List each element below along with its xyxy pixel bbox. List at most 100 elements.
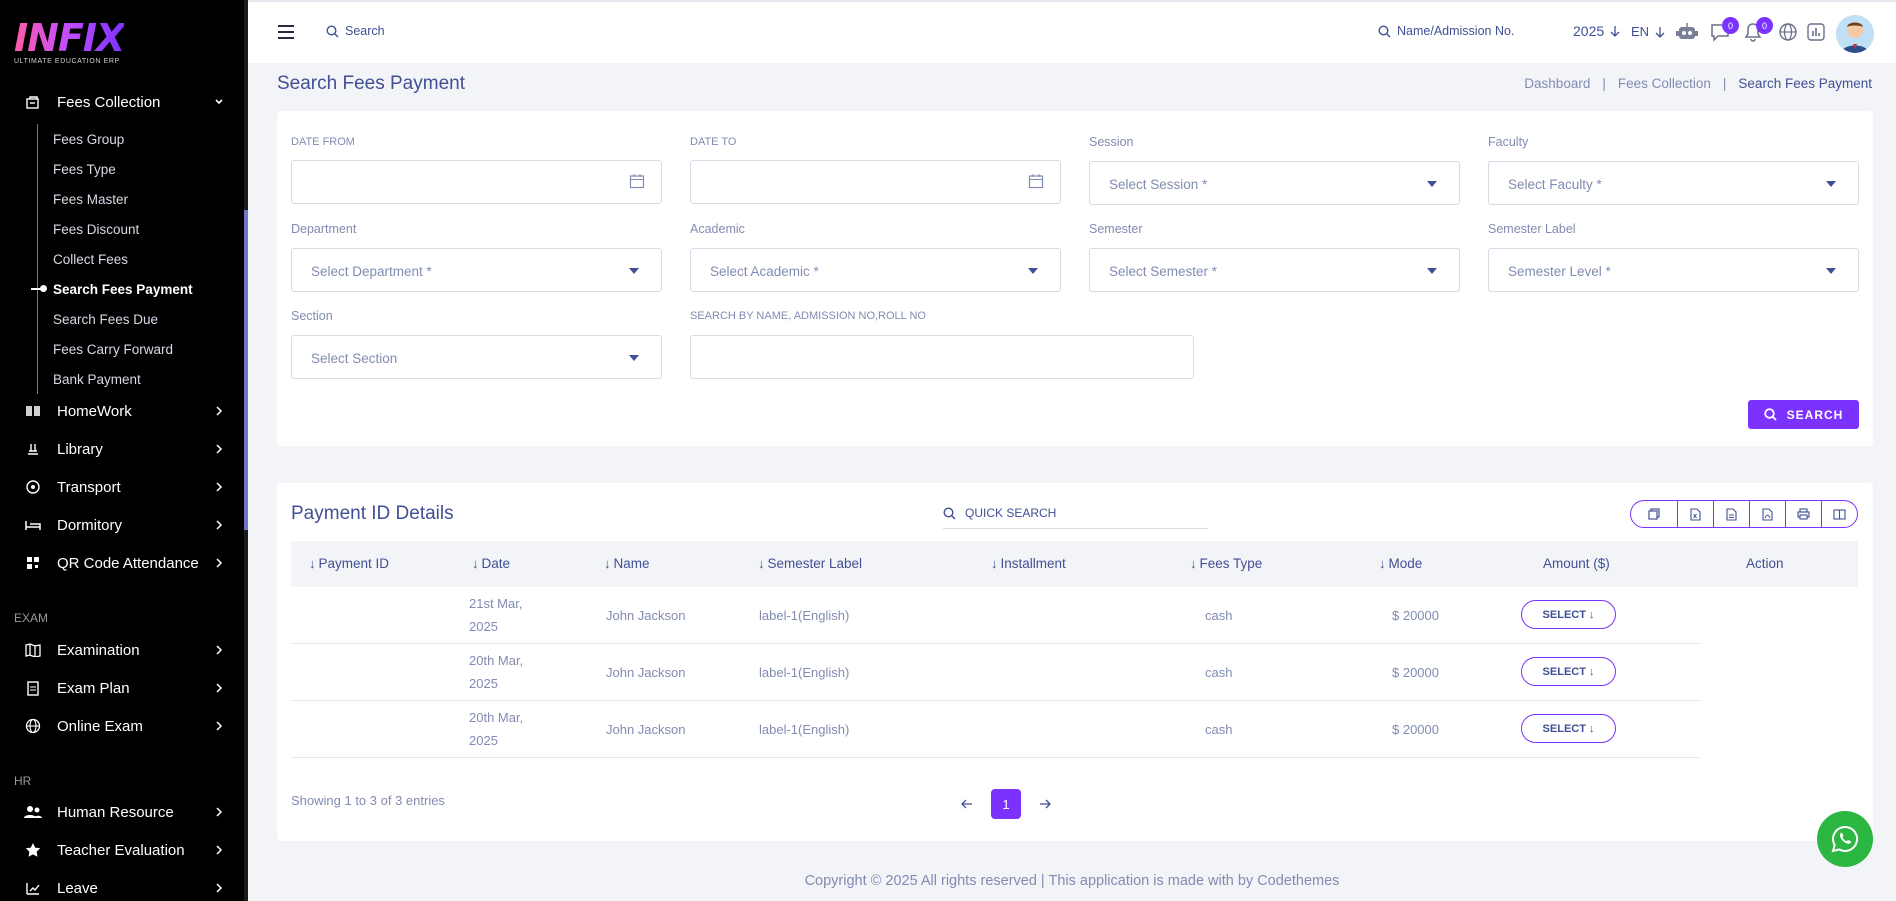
star-icon xyxy=(24,842,42,858)
sidebar-item-transport[interactable]: Transport xyxy=(0,468,248,506)
cell-semester-label: label-1(English) xyxy=(759,665,850,680)
sidebar-subitem-fees-type[interactable]: Fees Type xyxy=(53,154,248,184)
sidebar-item-homework[interactable]: HomeWork xyxy=(0,392,248,430)
chat-badge: 0 xyxy=(1722,17,1739,34)
robot-icon[interactable] xyxy=(1676,22,1698,42)
page-button-current[interactable]: 1 xyxy=(991,789,1021,819)
filter-card: DATE FROM DATE TO Session Select Session… xyxy=(277,111,1873,446)
th-mode[interactable]: ↓ Mode xyxy=(1379,556,1422,571)
footer: Copyright © 2025 All rights reserved | T… xyxy=(804,873,1340,889)
language-selector[interactable]: EN xyxy=(1631,24,1665,39)
cell-date-line2: 2025 xyxy=(469,676,498,691)
sidebar-subitem-bank-payment[interactable]: Bank Payment xyxy=(53,364,248,394)
arrow-down-icon: ↓ xyxy=(1588,608,1595,621)
prev-page-icon[interactable] xyxy=(958,799,976,809)
website-globe-icon[interactable] xyxy=(1778,22,1798,42)
quick-search-input[interactable]: QUICK SEARCH xyxy=(943,498,1208,529)
cell-date-line2: 2025 xyxy=(469,619,498,634)
th-label: Payment ID xyxy=(318,556,390,571)
sidebar-item-library[interactable]: Library xyxy=(0,430,248,468)
semester-level-select[interactable]: Semester Level * xyxy=(1488,248,1859,292)
session-placeholder: Select Session * xyxy=(1109,177,1208,192)
caret-down-icon xyxy=(629,268,639,274)
menu-group-hr: Human Resource Teacher Evaluation Leave xyxy=(0,793,248,901)
user-avatar[interactable] xyxy=(1836,15,1874,53)
top-navbar: Search Name/Admission No. 2025 EN 0 0 xyxy=(248,0,1896,63)
th-fees-type[interactable]: ↓ Fees Type xyxy=(1190,556,1262,571)
caret-down-icon xyxy=(1427,268,1437,274)
sidebar-item-online-exam[interactable]: Online Exam xyxy=(0,707,248,745)
brand-logo[interactable]: INFIX ULTIMATE EDUCATION ERP xyxy=(14,19,125,65)
calendar-icon[interactable] xyxy=(629,173,645,189)
pdf-icon[interactable] xyxy=(1750,501,1786,527)
section-select[interactable]: Select Section xyxy=(291,335,662,379)
chevron-right-icon xyxy=(212,556,226,570)
session-select[interactable]: Select Session * xyxy=(1089,161,1460,205)
th-date[interactable]: ↓ Date xyxy=(472,556,510,571)
sidebar-subitem-fees-master[interactable]: Fees Master xyxy=(53,184,248,214)
th-payment-id[interactable]: ↓ Payment ID xyxy=(309,556,389,571)
select-action-button[interactable]: SELECT ↓ xyxy=(1521,600,1616,629)
sidebar-item-dormitory[interactable]: Dormitory xyxy=(0,506,248,544)
section-label: Section xyxy=(291,309,333,323)
print-icon[interactable] xyxy=(1786,501,1822,527)
excel-icon[interactable] xyxy=(1678,501,1714,527)
sidebar-item-examination[interactable]: Examination xyxy=(0,631,248,669)
fees-collection-submenu: Fees Group Fees Type Fees Master Fees Di… xyxy=(0,124,248,394)
copy-icon[interactable] xyxy=(1631,501,1678,527)
sidebar-item-label: Examination xyxy=(57,641,140,659)
globe-icon xyxy=(24,718,42,734)
sidebar-item-leave[interactable]: Leave xyxy=(0,869,248,901)
table-header: ↓ Payment ID ↓ Date ↓ Name ↓ Semester Label … xyxy=(291,541,1858,587)
sidebar-subitem-search-fees-due[interactable]: Search Fees Due xyxy=(53,304,248,334)
th-name[interactable]: ↓ Name xyxy=(604,556,650,571)
whatsapp-chat-button[interactable] xyxy=(1817,811,1873,867)
keyword-search-input[interactable] xyxy=(690,335,1194,379)
faculty-select[interactable]: Select Faculty * xyxy=(1488,161,1859,205)
department-select[interactable]: Select Department * xyxy=(291,248,662,292)
select-action-button[interactable]: SELECT ↓ xyxy=(1521,714,1616,743)
sidebar-subitem-collect-fees[interactable]: Collect Fees xyxy=(53,244,248,274)
th-semester-label[interactable]: ↓ Semester Label xyxy=(758,556,862,571)
chevron-right-icon xyxy=(212,881,226,895)
sidebar-subitem-fees-carry-forward[interactable]: Fees Carry Forward xyxy=(53,334,248,364)
sidebar-item-qr-code-attendance[interactable]: QR Code Attendance xyxy=(0,544,248,582)
analytics-icon[interactable] xyxy=(1806,22,1826,42)
sidebar-item-exam-plan[interactable]: Exam Plan xyxy=(0,669,248,707)
sidebar-subitem-fees-discount[interactable]: Fees Discount xyxy=(53,214,248,244)
section-label-exam: EXAM xyxy=(14,611,49,625)
semester-select[interactable]: Select Semester * xyxy=(1089,248,1460,292)
sidebar-item-human-resource[interactable]: Human Resource xyxy=(0,793,248,831)
caret-down-icon xyxy=(1826,268,1836,274)
th-installment[interactable]: ↓ Installment xyxy=(991,556,1066,571)
name-admission-search[interactable]: Name/Admission No. xyxy=(1378,24,1514,38)
search-button[interactable]: SEARCH xyxy=(1748,400,1859,429)
th-amount: Amount ($) xyxy=(1543,556,1610,571)
sidebar-subitem-fees-group[interactable]: Fees Group xyxy=(53,124,248,154)
department-placeholder: Select Department * xyxy=(311,264,432,279)
menu-toggle-icon[interactable] xyxy=(278,25,294,39)
breadcrumb-dashboard[interactable]: Dashboard xyxy=(1524,76,1590,91)
payment-details-card: Payment ID Details QUICK SEARCH ↓ Payment… xyxy=(277,483,1873,841)
breadcrumb-fees-collection[interactable]: Fees Collection xyxy=(1618,76,1711,91)
calendar-icon[interactable] xyxy=(1028,173,1044,189)
academic-select[interactable]: Select Academic * xyxy=(690,248,1061,292)
date-from-input[interactable] xyxy=(291,160,662,204)
columns-icon[interactable] xyxy=(1822,501,1857,527)
next-page-icon[interactable] xyxy=(1036,799,1054,809)
sidebar-subitem-search-fees-payment[interactable]: Search Fees Payment xyxy=(31,274,248,304)
sidebar-item-fees-collection[interactable]: Fees Collection xyxy=(0,83,248,121)
search-icon xyxy=(1378,24,1391,37)
csv-icon[interactable] xyxy=(1714,501,1750,527)
top-search[interactable]: Search xyxy=(326,24,385,38)
date-to-input[interactable] xyxy=(690,160,1061,204)
th-action: Action xyxy=(1746,556,1784,571)
sidebar-item-label: Teacher Evaluation xyxy=(57,841,185,859)
bell-icon[interactable]: 0 xyxy=(1744,17,1773,42)
select-action-button[interactable]: SELECT ↓ xyxy=(1521,657,1616,686)
sidebar-item-teacher-evaluation[interactable]: Teacher Evaluation xyxy=(0,831,248,869)
chat-icon[interactable]: 0 xyxy=(1710,17,1739,42)
section-label-hr: HR xyxy=(14,774,32,788)
select-label: SELECT xyxy=(1542,665,1586,678)
year-selector[interactable]: 2025 xyxy=(1573,23,1620,39)
